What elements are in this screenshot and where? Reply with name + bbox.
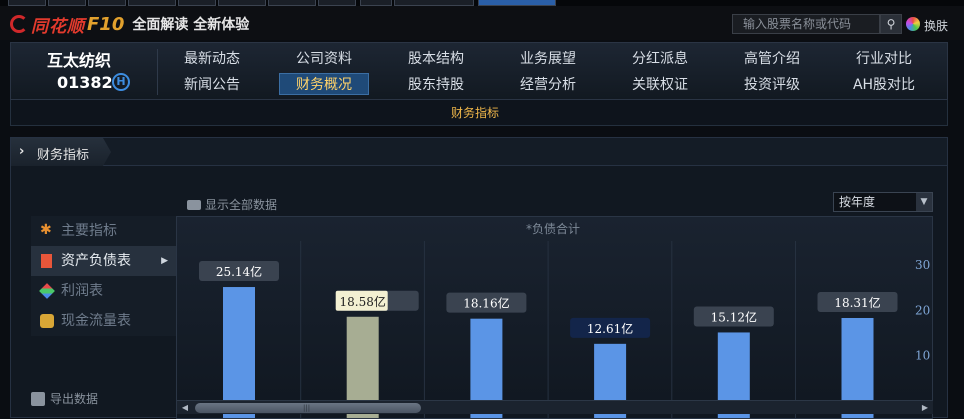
side-item-label: 现金流量表 [61, 313, 131, 329]
scroll-right-icon[interactable]: ▶ [919, 402, 931, 414]
data-label: 15.12亿 [711, 309, 757, 324]
chevron-right-icon: › [19, 144, 25, 159]
data-label: 18.58亿 [340, 294, 386, 309]
cube-icon [39, 283, 55, 299]
period-select[interactable]: 按年度 ▼ [833, 192, 933, 212]
export-icon [31, 391, 45, 406]
comment-icon [187, 199, 201, 210]
nav-item[interactable]: 最新动态 [167, 48, 257, 70]
logo-f10: F10 [87, 13, 125, 35]
scroll-thumb[interactable]: ||| [195, 403, 421, 413]
nav-item[interactable]: 新闻公告 [167, 74, 257, 96]
app-header: 同花顺 F10 全面解读 全新体验 输入股票名称或代码 ⚲ 换肤 [0, 6, 964, 40]
y-tick-label: 20 [915, 303, 930, 317]
show-all-label: 显示全部数据 [205, 198, 278, 212]
side-item-balance-sheet[interactable]: 资产负债表 ▶ [31, 246, 176, 276]
side-item-label: 主要指标 [61, 223, 117, 239]
nav-item[interactable]: 股本结构 [391, 48, 481, 70]
nav-item[interactable]: AH股对比 [839, 74, 929, 96]
nav-item[interactable]: 股东持股 [391, 74, 481, 96]
side-item-cash-flow[interactable]: 现金流量表 [31, 306, 176, 336]
nav-item[interactable]: 经营分析 [503, 74, 593, 96]
data-label: 18.16亿 [463, 296, 509, 311]
nav-item[interactable]: 关联权证 [615, 74, 705, 96]
side-item-label: 资产负债表 [61, 253, 131, 269]
side-item-label: 利润表 [61, 283, 103, 299]
sub-nav-item-financial-indicators[interactable]: 财务指标 [451, 104, 499, 121]
chart-title: *负债合计 [526, 221, 580, 236]
export-label: 导出数据 [50, 392, 99, 406]
stock-code: 01382 [57, 73, 113, 92]
y-tick-label: 10 [915, 349, 930, 363]
play-arrow-icon: ▶ [161, 256, 168, 266]
document-icon [41, 254, 52, 268]
bar-chart: *负债合计 10 20 30 25.14亿 18.58亿 18.16亿 12.61亿 15.12… [199, 221, 930, 418]
skin-label[interactable]: 换肤 [924, 17, 948, 34]
show-all-data-link[interactable]: 显示全部数据 [187, 196, 277, 213]
scroll-left-icon[interactable]: ◀ [179, 402, 191, 414]
nav-item[interactable]: 公司资料 [279, 48, 369, 70]
logo-text: 同花顺 [31, 16, 85, 37]
nav-divider [157, 49, 158, 95]
grip-icon: ||| [303, 404, 311, 412]
financial-panel: › 财务指标 显示全部数据 按年度 ▼ ✱ 主要指标 资产负债表 ▶ 利润表 现… [10, 137, 948, 419]
logo-swirl-icon [10, 15, 28, 33]
chevron-down-icon: ▼ [916, 193, 932, 211]
nav-item-active[interactable]: 财务概况 [279, 73, 369, 95]
sub-nav-bar: 财务指标 [10, 100, 948, 126]
data-label: 12.61亿 [587, 321, 633, 336]
slogan: 全面解读 全新体验 [132, 17, 250, 33]
export-data-link[interactable]: 导出数据 [31, 390, 98, 407]
chart-area: *负债合计 10 20 30 25.14亿 18.58亿 18.16亿 12.61亿 15.12… [176, 216, 933, 419]
nav-item[interactable]: 业务展望 [503, 48, 593, 70]
nav-item[interactable]: 分红派息 [615, 48, 705, 70]
stock-name: 互太纺织 [47, 51, 112, 70]
logo: 同花顺 F10 全面解读 全新体验 [10, 12, 250, 37]
search-button[interactable]: ⚲ [880, 14, 902, 34]
hk-market-badge: H [112, 73, 130, 91]
star-icon: ✱ [40, 222, 52, 238]
panel-title-bar: › 财务指标 [11, 138, 947, 166]
nav-item[interactable]: 投资评级 [727, 74, 817, 96]
skin-icon[interactable] [906, 17, 920, 31]
stock-navbar: 互太纺织 01382 H 最新动态 公司资料 股本结构 业务展望 分红派息 高管… [10, 42, 948, 100]
search-input[interactable]: 输入股票名称或代码 [732, 14, 880, 34]
nav-item[interactable]: 高管介绍 [727, 48, 817, 70]
panel-title: 财务指标 [37, 148, 90, 163]
side-item-income-statement[interactable]: 利润表 [31, 276, 176, 306]
side-menu: ✱ 主要指标 资产负债表 ▶ 利润表 现金流量表 [31, 216, 176, 336]
side-item-main-indicators[interactable]: ✱ 主要指标 [31, 216, 176, 246]
y-tick-label: 30 [915, 258, 930, 272]
nav-item[interactable]: 行业对比 [839, 48, 929, 70]
data-label: 18.31亿 [834, 295, 880, 310]
coins-icon [40, 314, 54, 328]
search-icon: ⚲ [886, 17, 896, 31]
data-label: 25.14亿 [216, 264, 262, 279]
chart-scrollbar[interactable]: ◀ ||| ▶ [177, 400, 933, 414]
period-select-value: 按年度 [839, 195, 876, 209]
